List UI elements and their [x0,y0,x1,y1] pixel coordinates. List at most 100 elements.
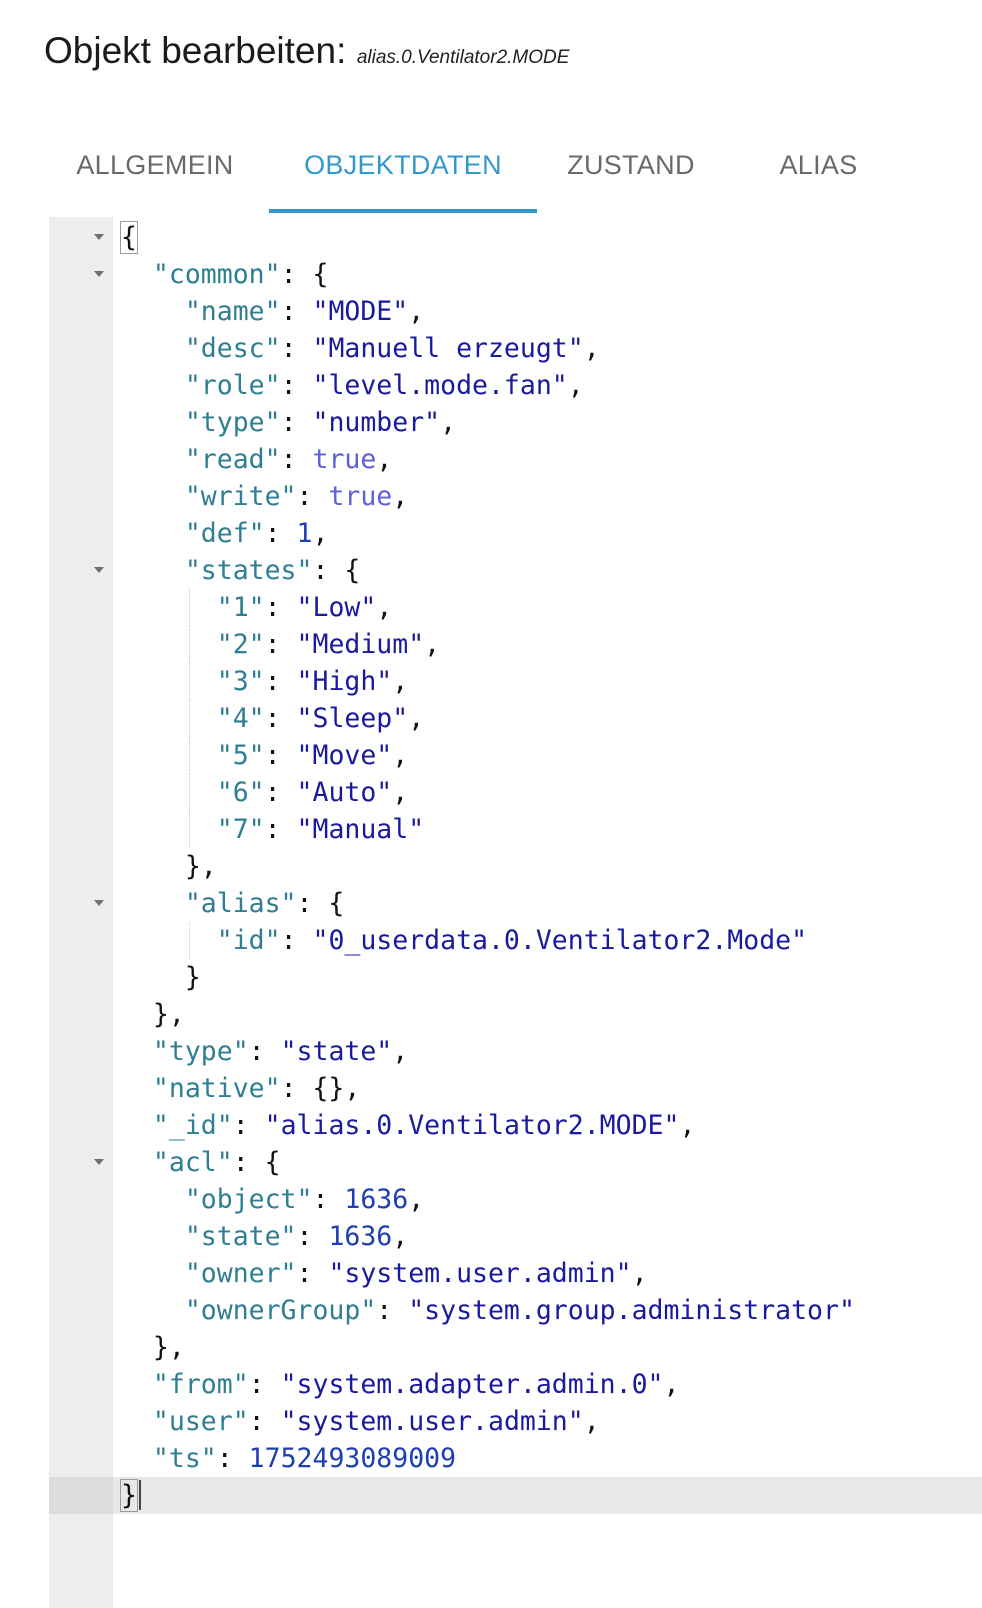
code-line[interactable]: "ownerGroup": "system.group.administrato… [49,1292,982,1329]
code-line[interactable]: "from": "system.adapter.admin.0", [49,1366,982,1403]
tab-allgemein[interactable]: ALLGEMEIN [46,136,264,214]
json-key: "_id" [152,1110,233,1141]
code-text: } [121,959,201,996]
json-key: "1" [216,592,265,623]
code-line[interactable]: "states": { [49,552,982,589]
gutter-cell [49,848,113,885]
json-punct: : [264,629,297,660]
code-line[interactable]: "2": "Medium", [49,626,982,663]
fold-toggle-icon[interactable] [94,234,104,240]
code-line[interactable]: "7": "Manual" [49,811,982,848]
code-text: "read": true, [121,441,392,478]
fold-toggle-icon[interactable] [94,900,104,906]
active-tab-indicator [269,209,537,213]
json-punct: } [120,1479,138,1512]
code-line[interactable]: "desc": "Manuell erzeugt", [49,330,982,367]
code-line[interactable]: "_id": "alias.0.Ventilator2.MODE", [49,1107,982,1144]
code-text: "5": "Move", [121,737,409,774]
json-punct: : [216,1443,249,1474]
json-punct: : [296,481,329,512]
code-line[interactable]: } [49,1477,982,1514]
code-text: "6": "Auto", [121,774,409,811]
gutter-cell [49,256,113,293]
code-line[interactable]: "native": {}, [49,1070,982,1107]
gutter-cell [49,478,113,515]
code-line[interactable]: "4": "Sleep", [49,700,982,737]
json-string: "High" [296,666,393,697]
gutter-cell [49,811,113,848]
code-line[interactable]: "type": "state", [49,1033,982,1070]
json-string: "Move" [296,740,393,771]
code-text: "native": {}, [121,1070,360,1107]
code-line[interactable]: } [49,959,982,996]
code-lines[interactable]: { "common": { "name": "MODE", "desc": "M… [49,219,982,1514]
json-punct: , [392,481,409,512]
code-line[interactable]: "1": "Low", [49,589,982,626]
gutter-cell [49,885,113,922]
fold-toggle-icon[interactable] [94,271,104,277]
code-line[interactable]: "owner": "system.user.admin", [49,1255,982,1292]
code-line[interactable]: "name": "MODE", [49,293,982,330]
gutter-cell [49,996,113,1033]
code-line[interactable]: "alias": { [49,885,982,922]
json-key: "ts" [152,1443,217,1474]
tab-objektdaten[interactable]: OBJEKTDATEN [269,136,537,214]
gutter-cell [49,552,113,589]
tab-bar: ALLGEMEIN OBJEKTDATEN ZUSTAND ALIAS [46,136,946,214]
json-punct: : { [280,259,329,290]
code-line[interactable]: "common": { [49,256,982,293]
code-line[interactable]: { [49,219,982,256]
json-editor[interactable]: { "common": { "name": "MODE", "desc": "M… [49,217,982,1608]
code-text: "4": "Sleep", [121,700,424,737]
json-key: "7" [216,814,265,845]
code-line[interactable]: "6": "Auto", [49,774,982,811]
gutter-cell [49,330,113,367]
code-line[interactable]: }, [49,996,982,1033]
code-line[interactable]: "id": "0_userdata.0.Ventilator2.Mode" [49,922,982,959]
json-key: "owner" [184,1258,297,1289]
gutter-cell [49,1107,113,1144]
gutter-cell [49,1255,113,1292]
json-string: "level.mode.fan" [312,370,568,401]
code-line[interactable]: }, [49,848,982,885]
json-punct: : [296,1258,329,1289]
json-punct: : [264,518,297,549]
json-key: "3" [216,666,265,697]
json-punct: , [663,1369,680,1400]
code-line[interactable]: "user": "system.user.admin", [49,1403,982,1440]
fold-toggle-icon[interactable] [94,1159,104,1165]
gutter-cell [49,219,113,256]
json-boolean: true [312,444,377,475]
tab-alias[interactable]: ALIAS [751,136,886,214]
fold-toggle-icon[interactable] [94,567,104,573]
code-line[interactable]: "write": true, [49,478,982,515]
code-line[interactable]: "read": true, [49,441,982,478]
code-line[interactable]: "3": "High", [49,663,982,700]
json-punct: , [408,296,425,327]
code-line[interactable]: "type": "number", [49,404,982,441]
json-number: 1636 [328,1221,393,1252]
code-line[interactable]: "role": "level.mode.fan", [49,367,982,404]
code-line[interactable]: }, [49,1329,982,1366]
json-key: "from" [152,1369,249,1400]
json-punct: : { [296,888,345,919]
code-line[interactable]: "5": "Move", [49,737,982,774]
json-punct: , [392,666,409,697]
tab-zustand[interactable]: ZUSTAND [541,136,721,214]
json-punct: : [264,666,297,697]
json-punct: , [392,777,409,808]
code-line[interactable]: "state": 1636, [49,1218,982,1255]
code-line[interactable]: "ts": 1752493089009 [49,1440,982,1477]
code-line[interactable]: "object": 1636, [49,1181,982,1218]
json-key: "type" [184,407,281,438]
json-punct: : { [312,555,361,586]
code-line[interactable]: "acl": { [49,1144,982,1181]
code-line[interactable]: "def": 1, [49,515,982,552]
